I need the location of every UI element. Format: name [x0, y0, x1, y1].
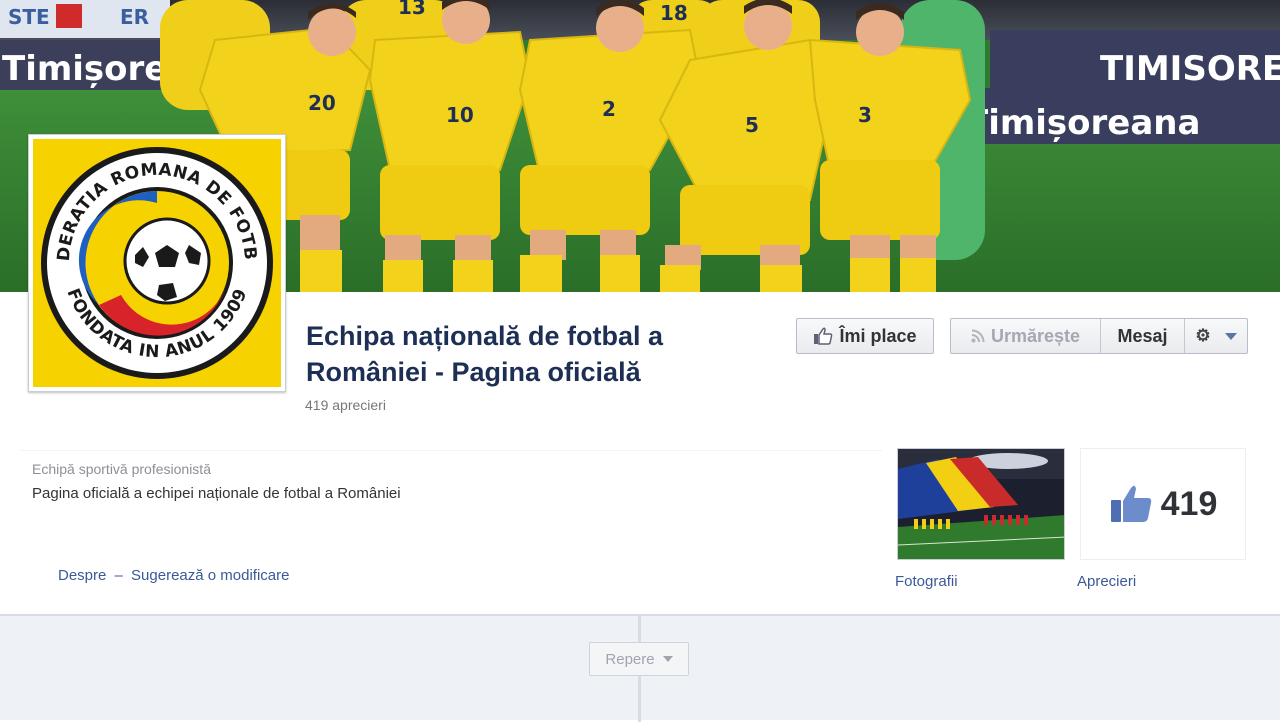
- like-button-label: Îmi place: [839, 325, 917, 346]
- ad-board-right-top: TIMISOREA: [1100, 49, 1280, 89]
- about-section: Echipă sportivă profesionistă Pagina ofi…: [20, 450, 882, 560]
- about-link[interactable]: Despre: [58, 567, 106, 584]
- ad-board-right: Timișoreana: [965, 103, 1200, 143]
- jersey-number: 3: [858, 103, 872, 127]
- likes-app-label[interactable]: Aprecieri: [1077, 573, 1136, 590]
- frf-crest: FEDERATIA ROMANA DE FOTBAL FONDATA IN AN…: [33, 139, 281, 387]
- thumbs-up-icon: [814, 327, 833, 345]
- follow-button[interactable]: Urmărește: [951, 319, 1101, 353]
- link-separator: –: [114, 567, 123, 584]
- page-description: Pagina oficială a echipei naționale de f…: [32, 485, 401, 502]
- jersey-number: 10: [446, 103, 474, 127]
- jersey-number: 5: [745, 113, 759, 137]
- jersey-number: 18: [660, 1, 688, 25]
- chevron-down-icon: [1224, 332, 1237, 340]
- timeline-area: Repere: [0, 614, 1280, 722]
- thumbs-up-icon: [1110, 485, 1151, 522]
- photos-app-label[interactable]: Fotografii: [895, 573, 958, 590]
- settings-menu-button[interactable]: ⚙: [1185, 319, 1247, 353]
- ad-sponsor-top-2: ER: [120, 5, 149, 29]
- photos-app-thumbnail[interactable]: [897, 448, 1065, 560]
- suggest-edit-link[interactable]: Sugerează o modificare: [131, 567, 289, 584]
- jersey-number: 20: [308, 91, 336, 115]
- jersey-number: 13: [398, 0, 426, 19]
- chevron-down-icon: [662, 656, 673, 662]
- about-links: Despre – Sugerează o modificare: [58, 567, 289, 584]
- message-button[interactable]: Mesaj: [1101, 319, 1185, 353]
- message-button-label: Mesaj: [1117, 325, 1168, 346]
- stadium-photo: [898, 449, 1064, 559]
- page-category: Echipă sportivă profesionistă: [32, 461, 211, 477]
- milestones-dropdown[interactable]: Repere: [589, 642, 689, 676]
- profile-picture[interactable]: FEDERATIA ROMANA DE FOTBAL FONDATA IN AN…: [28, 134, 286, 392]
- gear-icon: ⚙: [1195, 326, 1211, 345]
- page-actions-group: Urmărește Mesaj ⚙: [950, 318, 1248, 354]
- jersey-number: 2: [602, 97, 616, 121]
- like-button[interactable]: Îmi place: [796, 318, 934, 354]
- page-title: Echipa națională de fotbal a României - …: [306, 321, 664, 387]
- rss-icon: [971, 329, 985, 343]
- follow-button-label: Urmărește: [990, 325, 1081, 346]
- crest-icon: FEDERATIA ROMANA DE FOTBAL FONDATA IN AN…: [39, 145, 273, 379]
- milestones-label: Repere: [605, 650, 655, 668]
- likes-app-box[interactable]: 419: [1080, 448, 1246, 560]
- likes-count: 419: [1160, 484, 1218, 523]
- ad-sponsor-top: STE: [8, 5, 50, 29]
- likes-summary: 419 aprecieri: [305, 397, 386, 413]
